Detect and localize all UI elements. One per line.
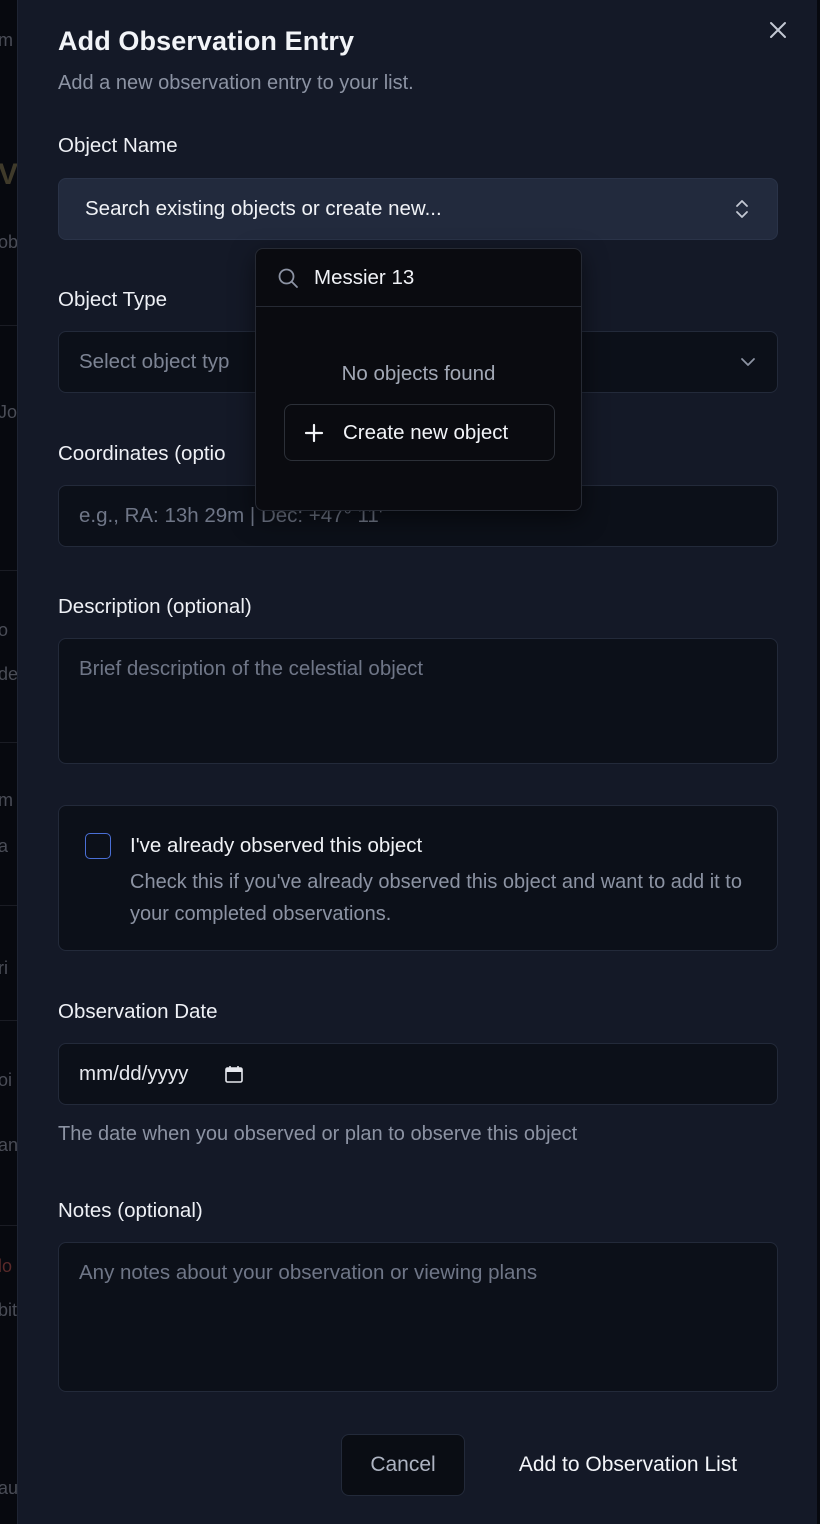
background-page: m Va ob Jo o de m a ri oi an lo bit au (0, 0, 18, 1524)
already-observed-title: I've already observed this object (130, 834, 423, 857)
create-new-object-button[interactable]: Create new object (284, 404, 555, 461)
chevron-up-down-icon (733, 197, 751, 221)
add-observation-dialog: Add Observation Entry Add a new observat… (17, 0, 817, 1524)
observation-date-hint: The date when you observed or plan to ob… (58, 1123, 578, 1145)
create-new-object-label: Create new object (343, 420, 509, 444)
notes-label: Notes (optional) (58, 1199, 203, 1222)
observation-date-label: Observation Date (58, 1000, 218, 1023)
object-name-placeholder: Search existing objects or create new... (85, 197, 442, 220)
dialog-subtitle: Add a new observation entry to your list… (58, 72, 414, 94)
object-search-value: Messier 13 (314, 265, 415, 289)
object-search-input[interactable]: Messier 13 (256, 249, 581, 307)
chevron-down-icon (739, 356, 757, 368)
background-text: bit (0, 1300, 18, 1320)
background-divider (0, 905, 18, 906)
background-text: ri (0, 958, 8, 978)
notes-textarea[interactable]: Any notes about your observation or view… (58, 1242, 778, 1392)
object-name-combobox[interactable]: Search existing objects or create new... (58, 178, 778, 240)
background-text: ob (0, 232, 18, 252)
background-divider (0, 742, 18, 743)
background-text: a (0, 836, 9, 856)
object-search-popover: Messier 13 No objects found Create new o… (255, 248, 582, 511)
background-text: de (0, 664, 18, 684)
dialog-title: Add Observation Entry (58, 26, 355, 56)
background-text: an (0, 1135, 18, 1155)
add-to-observation-list-button[interactable]: Add to Observation List (483, 1434, 773, 1496)
background-text: oi (0, 1070, 13, 1090)
background-text: m (0, 30, 13, 50)
background-text: lo (0, 1256, 13, 1276)
background-divider (0, 570, 18, 571)
observation-date-value: mm/dd/yyyy (79, 1062, 189, 1085)
observation-date-input[interactable]: mm/dd/yyyy (58, 1043, 778, 1105)
close-icon (768, 20, 788, 40)
description-placeholder: Brief description of the celestial objec… (79, 657, 424, 680)
background-divider (0, 325, 18, 326)
notes-placeholder: Any notes about your observation or view… (79, 1261, 538, 1284)
background-divider (0, 1020, 18, 1021)
background-text: m (0, 790, 13, 810)
background-divider (0, 1225, 18, 1226)
close-button[interactable] (766, 18, 790, 42)
coordinates-label: Coordinates (optio (58, 442, 226, 465)
background-text: Va (0, 158, 18, 191)
already-observed-description: Check this if you've already observed th… (130, 871, 742, 925)
background-text: au (0, 1478, 18, 1498)
already-observed-checkbox[interactable] (85, 833, 111, 859)
background-text: o (0, 620, 9, 640)
no-results-message: No objects found (341, 362, 496, 385)
description-textarea[interactable]: Brief description of the celestial objec… (58, 638, 778, 764)
search-icon (276, 266, 300, 290)
plus-icon (303, 422, 325, 444)
object-type-label: Object Type (58, 288, 168, 311)
calendar-icon[interactable] (224, 1064, 244, 1084)
object-name-label: Object Name (58, 134, 178, 157)
background-text: Jo (0, 402, 18, 422)
already-observed-card: I've already observed this object Check … (58, 805, 778, 951)
description-label: Description (optional) (58, 595, 252, 618)
cancel-button[interactable]: Cancel (341, 1434, 465, 1496)
